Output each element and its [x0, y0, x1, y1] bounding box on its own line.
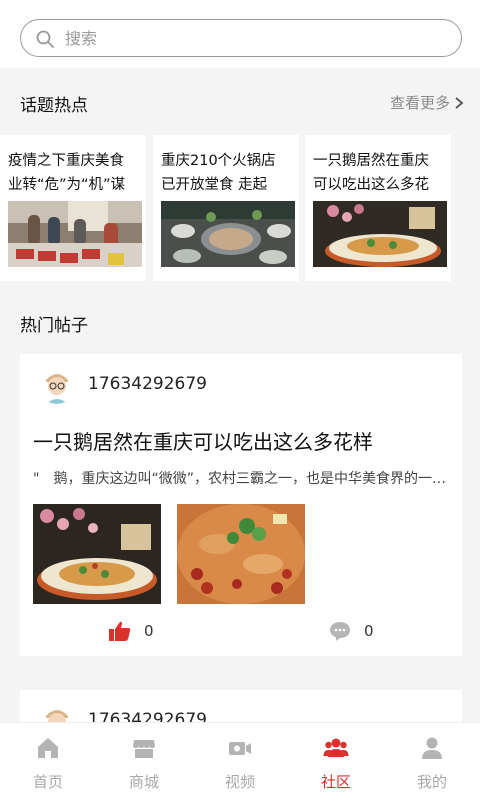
shop-icon: [133, 740, 155, 758]
search-icon: [36, 30, 54, 48]
post-title[interactable]: 一只鹅居然在重庆可以吃出这么多花样: [33, 426, 373, 455]
comment-icon: [330, 622, 350, 641]
tab-label: 视频: [224, 773, 255, 791]
posts-header: 热门帖子: [20, 311, 464, 339]
bottom-tab-bar: 首页 商城 视频 社区 我的: [0, 722, 480, 800]
topic-title: 一只鹅居然在重庆 可以吃出这么多花: [313, 153, 429, 193]
tab-video[interactable]: 视频: [192, 723, 288, 800]
home-icon: [38, 738, 58, 758]
topic-card[interactable]: 一只鹅居然在重庆 可以吃出这么多花: [305, 135, 451, 281]
comment-count: 0: [364, 622, 374, 640]
search-input[interactable]: [65, 26, 445, 50]
tab-label: 我的: [416, 773, 447, 791]
topic-title: 重庆210个火锅店 已开放堂食 走起: [161, 153, 276, 193]
post-excerpt: " 鹅，重庆这边叫“微微”，农村三霸之一，也是中华美食界的一大宠儿: [33, 471, 453, 487]
topics-title: 话题热点: [20, 96, 88, 116]
like-button[interactable]: 0: [108, 620, 154, 642]
search-bar-area: [0, 0, 480, 68]
tab-home[interactable]: 首页: [0, 723, 96, 800]
like-count: 0: [144, 622, 154, 640]
post-card[interactable]: 17634292679 一只鹅居然在重庆可以吃出这么多花样 " 鹅，重庆这边叫“…: [20, 354, 462, 656]
topic-image: [161, 201, 295, 267]
comment-button[interactable]: 0: [328, 620, 374, 642]
avatar[interactable]: [38, 366, 76, 404]
post-username[interactable]: 17634292679: [88, 374, 207, 394]
topics-header: 话题热点 查看更多: [20, 91, 464, 119]
posts-title: 热门帖子: [20, 316, 88, 336]
community-icon: [323, 738, 349, 757]
tab-shop[interactable]: 商城: [96, 723, 192, 800]
topic-image: [8, 201, 142, 267]
tab-label: 社区: [320, 773, 351, 791]
chevron-right-icon: [455, 96, 464, 109]
topic-image: [313, 201, 447, 267]
search-box[interactable]: [20, 19, 462, 57]
topic-card[interactable]: 重庆210个火锅店 已开放堂食 走起: [153, 135, 299, 281]
video-icon: [229, 742, 251, 755]
tab-label: 商城: [128, 773, 159, 791]
view-more-link[interactable]: 查看更多: [390, 92, 464, 113]
tab-label: 首页: [32, 773, 63, 791]
post-image[interactable]: [177, 504, 305, 604]
topic-card[interactable]: 疫情之下重庆美食 业转“危”为“机”谋: [0, 135, 146, 281]
tab-profile[interactable]: 我的: [384, 723, 480, 800]
view-more-label: 查看更多: [389, 94, 450, 112]
thumbs-up-icon: [109, 621, 131, 641]
post-image[interactable]: [33, 504, 161, 604]
topic-list: 疫情之下重庆美食 业转“危”为“机”谋 重庆210个火锅店 已开放堂食 走起 一…: [0, 135, 480, 281]
tab-community[interactable]: 社区: [288, 723, 384, 800]
profile-icon: [422, 737, 442, 759]
topic-title: 疫情之下重庆美食 业转“危”为“机”谋: [8, 153, 126, 193]
